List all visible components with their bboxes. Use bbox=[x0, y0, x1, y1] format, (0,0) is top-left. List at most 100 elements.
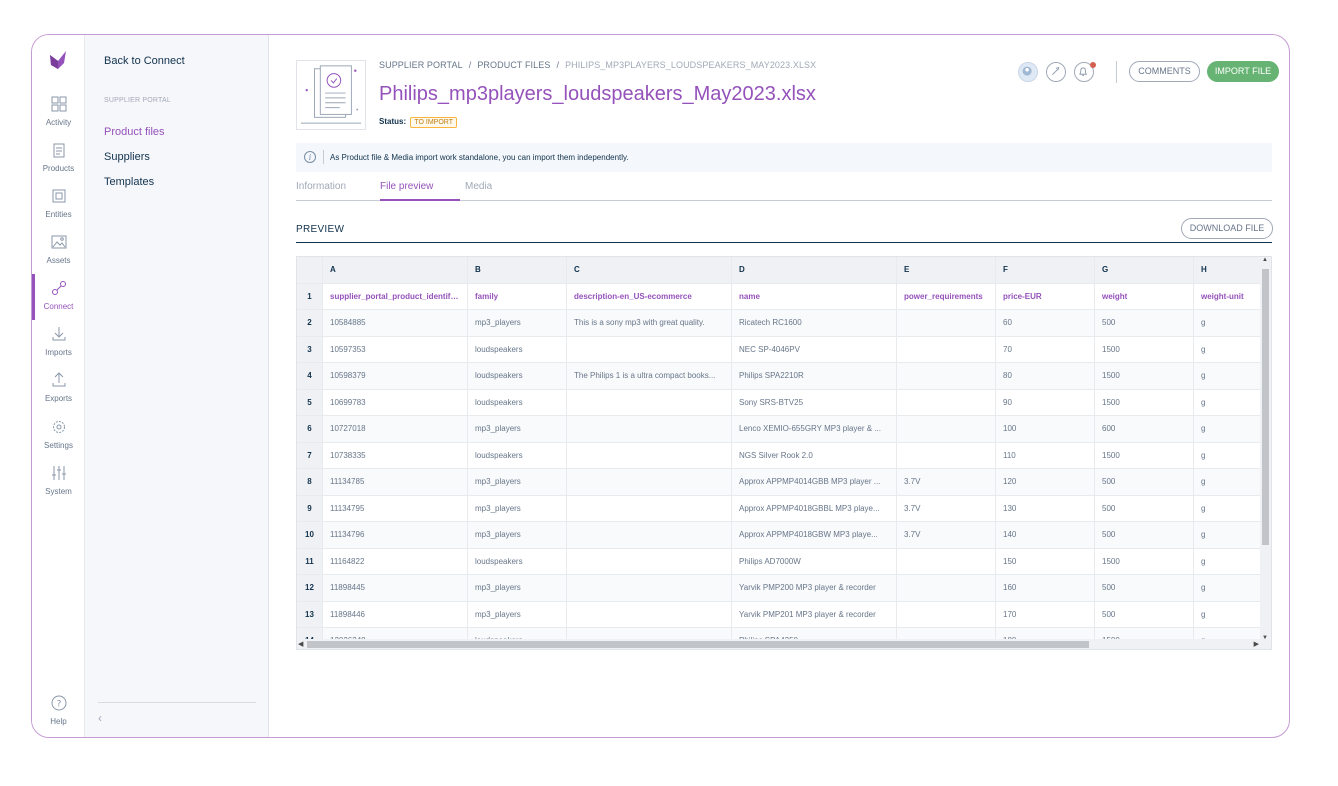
help-center-button[interactable] bbox=[1046, 62, 1066, 82]
grid-cell[interactable]: weight bbox=[1095, 283, 1194, 309]
collapse-panel-icon[interactable]: ‹ bbox=[98, 711, 102, 725]
grid-cell[interactable]: 1500 bbox=[1095, 548, 1194, 574]
grid-cell[interactable] bbox=[567, 336, 732, 362]
grid-cell[interactable]: 120 bbox=[996, 469, 1095, 495]
grid-cell[interactable]: Sony SRS-BTV25 bbox=[732, 389, 897, 415]
file-preview-grid[interactable]: A B C D E F G H 1 supplier_portal_product_identif… bbox=[296, 256, 1272, 650]
row-number[interactable]: 6 bbox=[297, 416, 323, 442]
grid-cell[interactable]: 500 bbox=[1095, 575, 1194, 601]
grid-cell[interactable] bbox=[897, 389, 996, 415]
grid-cell[interactable]: 11164822 bbox=[323, 548, 468, 574]
grid-cell[interactable]: mp3_players bbox=[468, 522, 567, 548]
column-header[interactable]: G bbox=[1095, 257, 1194, 283]
grid-cell[interactable]: 500 bbox=[1095, 469, 1194, 495]
grid-cell[interactable]: 500 bbox=[1095, 522, 1194, 548]
grid-cell[interactable]: power_requirements bbox=[897, 283, 996, 309]
row-number[interactable]: 4 bbox=[297, 363, 323, 389]
grid-cell[interactable]: Yarvik PMP200 MP3 player & recorder bbox=[732, 575, 897, 601]
grid-cell[interactable]: mp3_players bbox=[468, 575, 567, 601]
grid-cell[interactable]: 130 bbox=[996, 495, 1095, 521]
grid-cell[interactable]: Approx APPMP4018GBW MP3 playe... bbox=[732, 522, 897, 548]
grid-cell[interactable]: 150 bbox=[996, 548, 1095, 574]
grid-cell[interactable]: 170 bbox=[996, 601, 1095, 627]
comments-button[interactable]: COMMENTS bbox=[1129, 61, 1200, 82]
grid-cell[interactable] bbox=[567, 469, 732, 495]
grid-cell[interactable]: mp3_players bbox=[468, 601, 567, 627]
horizontal-scroll-thumb[interactable] bbox=[307, 641, 1089, 648]
grid-cell[interactable]: 80 bbox=[996, 363, 1095, 389]
grid-cell[interactable]: 1500 bbox=[1095, 336, 1194, 362]
grid-cell[interactable]: Ricatech RC1600 bbox=[732, 310, 897, 336]
grid-cell[interactable]: 160 bbox=[996, 575, 1095, 601]
grid-cell[interactable] bbox=[567, 442, 732, 468]
grid-cell[interactable]: loudspeakers bbox=[468, 363, 567, 389]
grid-cell[interactable] bbox=[567, 389, 732, 415]
horizontal-scrollbar[interactable]: ◀ ▶ bbox=[297, 639, 1271, 649]
panel-item-product-files[interactable]: Product files bbox=[104, 126, 165, 138]
grid-cell[interactable]: Approx APPMP4014GBB MP3 player ... bbox=[732, 469, 897, 495]
grid-cell[interactable] bbox=[567, 601, 732, 627]
grid-cell[interactable]: 10597353 bbox=[323, 336, 468, 362]
grid-cell[interactable]: Approx APPMP4018GBBL MP3 playe... bbox=[732, 495, 897, 521]
grid-cell[interactable]: supplier_portal_product_identifier bbox=[323, 283, 468, 309]
nav-item-imports[interactable]: Imports bbox=[32, 326, 85, 366]
row-number[interactable]: 13 bbox=[297, 601, 323, 627]
column-header[interactable]: A bbox=[323, 257, 468, 283]
grid-cell[interactable]: 3.7V bbox=[897, 495, 996, 521]
grid-cell[interactable]: 140 bbox=[996, 522, 1095, 548]
row-number[interactable]: 7 bbox=[297, 442, 323, 468]
grid-cell[interactable]: 110 bbox=[996, 442, 1095, 468]
download-file-button[interactable]: DOWNLOAD FILE bbox=[1181, 218, 1273, 239]
column-header[interactable]: E bbox=[897, 257, 996, 283]
grid-cell[interactable]: 1500 bbox=[1095, 442, 1194, 468]
vertical-scroll-thumb[interactable] bbox=[1262, 269, 1269, 545]
grid-cell[interactable]: Philips SPA2210R bbox=[732, 363, 897, 389]
row-number[interactable]: 5 bbox=[297, 389, 323, 415]
grid-cell[interactable] bbox=[897, 601, 996, 627]
panel-item-suppliers[interactable]: Suppliers bbox=[104, 151, 150, 163]
row-number[interactable]: 9 bbox=[297, 495, 323, 521]
grid-cell[interactable]: NEC SP-4046PV bbox=[732, 336, 897, 362]
grid-cell[interactable]: loudspeakers bbox=[468, 548, 567, 574]
grid-cell[interactable]: 500 bbox=[1095, 601, 1194, 627]
column-header[interactable]: C bbox=[567, 257, 732, 283]
grid-cell[interactable]: 11898445 bbox=[323, 575, 468, 601]
nav-item-products[interactable]: Products bbox=[32, 142, 85, 182]
grid-cell[interactable]: loudspeakers bbox=[468, 336, 567, 362]
nav-item-settings[interactable]: Settings bbox=[32, 419, 85, 459]
tab-media[interactable]: Media bbox=[465, 181, 492, 192]
grid-cell[interactable]: 3.7V bbox=[897, 522, 996, 548]
grid-cell[interactable]: 10738335 bbox=[323, 442, 468, 468]
grid-cell[interactable]: 70 bbox=[996, 336, 1095, 362]
row-number[interactable]: 11 bbox=[297, 548, 323, 574]
grid-cell[interactable]: loudspeakers bbox=[468, 389, 567, 415]
tab-file-preview[interactable]: File preview bbox=[380, 181, 433, 192]
nav-item-system[interactable]: System bbox=[32, 465, 85, 505]
scroll-up-icon[interactable]: ▲ bbox=[1262, 257, 1268, 263]
grid-cell[interactable]: family bbox=[468, 283, 567, 309]
grid-cell[interactable]: 11134785 bbox=[323, 469, 468, 495]
row-number[interactable]: 12 bbox=[297, 575, 323, 601]
nav-item-exports[interactable]: Exports bbox=[32, 372, 85, 412]
grid-cell[interactable] bbox=[897, 363, 996, 389]
grid-cell[interactable]: 90 bbox=[996, 389, 1095, 415]
grid-cell[interactable] bbox=[567, 495, 732, 521]
grid-cell[interactable]: 10584885 bbox=[323, 310, 468, 336]
grid-cell[interactable]: loudspeakers bbox=[468, 442, 567, 468]
grid-cell[interactable]: 60 bbox=[996, 310, 1095, 336]
grid-cell[interactable] bbox=[567, 522, 732, 548]
vertical-scrollbar[interactable]: ▲ ▼ bbox=[1260, 257, 1271, 641]
panel-item-templates[interactable]: Templates bbox=[104, 176, 154, 188]
grid-cell[interactable]: mp3_players bbox=[468, 416, 567, 442]
grid-cell[interactable] bbox=[897, 416, 996, 442]
grid-cell[interactable] bbox=[567, 575, 732, 601]
grid-cell[interactable]: 3.7V bbox=[897, 469, 996, 495]
grid-cell[interactable]: name bbox=[732, 283, 897, 309]
grid-cell[interactable]: The Philips 1 is a ultra compact books..… bbox=[567, 363, 732, 389]
grid-cell[interactable] bbox=[897, 442, 996, 468]
tab-information[interactable]: Information bbox=[296, 181, 346, 192]
scroll-left-icon[interactable]: ◀ bbox=[298, 640, 303, 648]
column-header[interactable]: B bbox=[468, 257, 567, 283]
back-to-connect-link[interactable]: Back to Connect bbox=[104, 55, 185, 67]
grid-cell[interactable]: 11898446 bbox=[323, 601, 468, 627]
